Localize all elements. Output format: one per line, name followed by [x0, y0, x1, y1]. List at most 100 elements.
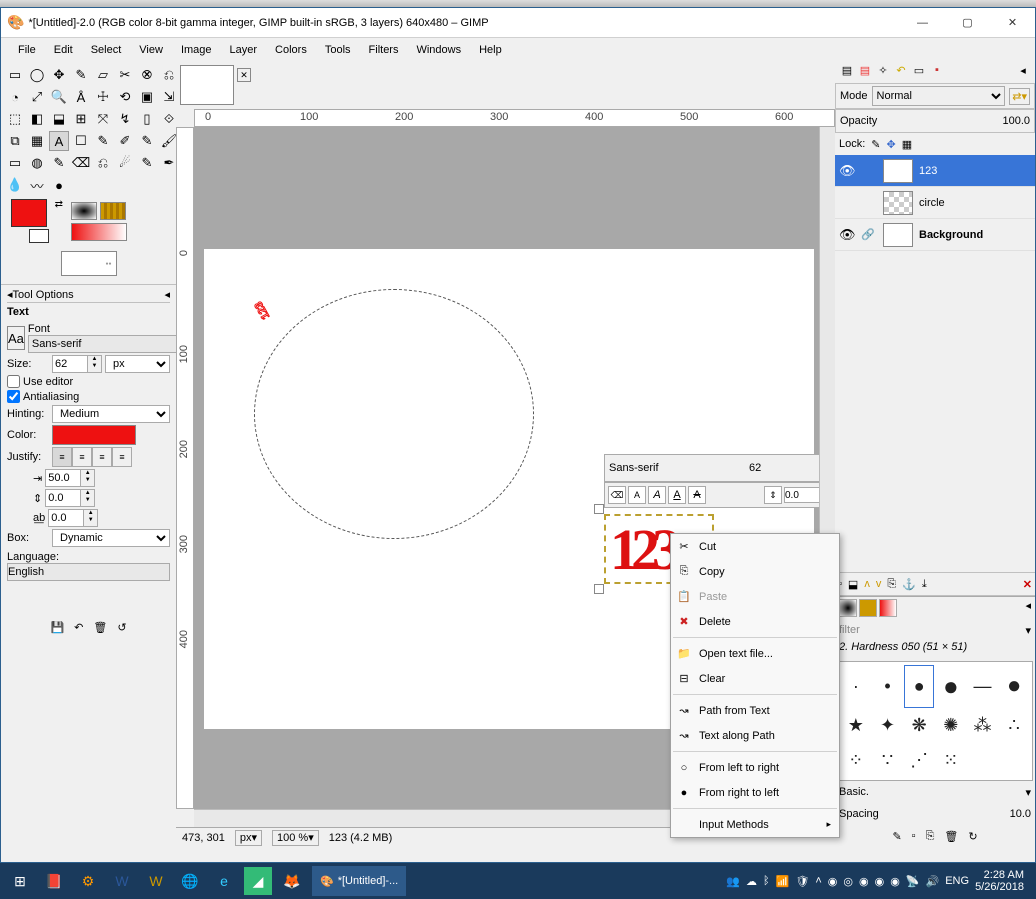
ctx-from-right-to-left[interactable]: ●From right to left — [671, 780, 839, 805]
tool-button[interactable]: ↯ — [115, 109, 135, 129]
tool-button[interactable]: Å — [71, 87, 91, 107]
tool-button[interactable]: ✥ — [49, 65, 69, 85]
brush-item[interactable]: ⁂ — [968, 710, 998, 743]
delete-options-icon[interactable]: 🗑 — [93, 621, 107, 634]
brush-panel-menu-icon[interactable]: ◂ — [1025, 599, 1031, 617]
fg-color[interactable] — [11, 199, 47, 227]
brush-item[interactable]: ● — [904, 665, 934, 708]
tray-clock[interactable]: 2:28 AM 5/26/2018 — [975, 869, 1030, 893]
tool-button[interactable]: ▱ — [93, 65, 113, 85]
tool-button[interactable]: 🔍 — [49, 87, 69, 107]
ctx-path-from-text[interactable]: ↝Path from Text — [671, 698, 839, 723]
lower-layer-icon[interactable]: v — [876, 578, 882, 590]
brush-del-icon[interactable]: 🗑 — [944, 830, 958, 843]
tool-button[interactable]: ⌫ — [71, 153, 91, 173]
lock-pixels-icon[interactable]: ✎ — [871, 138, 880, 151]
brush-new-icon[interactable]: ▫ — [912, 830, 916, 842]
layer-row[interactable]: 👁 🔗 Background — [835, 219, 1035, 251]
image-tab-close-icon[interactable]: ✕ — [237, 68, 251, 82]
color-picker[interactable]: ⇄ — [11, 199, 63, 243]
restore-options-icon[interactable]: ↶ — [74, 621, 83, 634]
ctx-copy[interactable]: ⎘Copy — [671, 559, 839, 584]
close-button[interactable]: ✕ — [990, 8, 1035, 38]
justify-fill-button[interactable]: ≡ — [112, 447, 132, 467]
gradient-preview[interactable] — [71, 223, 127, 241]
panel-menu-icon[interactable]: ◂ — [1015, 64, 1031, 80]
unit-select[interactable]: px ▾ — [235, 830, 262, 846]
brush-item[interactable]: ∴ — [999, 710, 1029, 743]
menu-colors[interactable]: Colors — [266, 42, 316, 58]
tool-button[interactable]: ✎ — [137, 131, 157, 151]
popup-baseline-button[interactable]: ⇕ — [764, 486, 782, 504]
brush-item[interactable]: ⋰ — [904, 744, 934, 777]
brush-filter-chevron-icon[interactable]: ▾ — [1025, 624, 1031, 637]
menu-image[interactable]: Image — [172, 42, 221, 58]
tool-button[interactable]: 〰 — [27, 175, 47, 195]
brushes-tab-icon[interactable] — [839, 599, 857, 617]
layer-row[interactable]: circle — [835, 187, 1035, 219]
taskbar-pdf-icon[interactable]: 📕 — [40, 867, 68, 895]
brush-item[interactable]: ★ — [841, 710, 871, 743]
undo-tab-icon[interactable]: ↶ — [893, 64, 909, 80]
image-tab[interactable]: ✕ — [180, 65, 234, 105]
popup-underline-button[interactable]: A — [668, 486, 686, 504]
tray-volume-icon[interactable]: 🔊 — [926, 875, 940, 888]
delete-layer-icon[interactable]: ✕ — [1023, 578, 1032, 591]
tool-button[interactable]: ✎ — [93, 131, 113, 151]
lock-alpha-icon[interactable]: ▦ — [902, 138, 912, 151]
tool-button[interactable]: ▯ — [137, 109, 157, 129]
ctx-input-methods[interactable]: Input Methods▸ — [671, 812, 839, 837]
layer-link-icon[interactable]: 🔗 — [861, 228, 877, 241]
tool-button[interactable]: ✎ — [137, 153, 157, 173]
popup-size-input[interactable] — [745, 462, 823, 474]
brush-item[interactable]: ⁙ — [936, 744, 966, 777]
box-select[interactable]: Dynamic — [52, 529, 170, 547]
tool-button[interactable]: ⧉ — [5, 131, 25, 151]
brush-dup-icon[interactable]: ⎘ — [926, 830, 935, 843]
merge-layer-icon[interactable]: ⤓ — [922, 578, 927, 591]
history-tab-icon[interactable]: ▭ — [911, 64, 927, 80]
brush-item[interactable]: ✺ — [936, 710, 966, 743]
tray-wifi-icon[interactable]: 📡 — [906, 875, 920, 888]
menu-view[interactable]: View — [130, 42, 172, 58]
tool-button[interactable]: ⎌ — [93, 153, 113, 173]
tray-app1-icon[interactable]: ◉ — [828, 875, 838, 888]
swap-colors-icon[interactable]: ⇄ — [55, 199, 63, 210]
brush-item[interactable]: • — [873, 665, 903, 708]
dup-layer-icon[interactable]: ⎘ — [887, 578, 896, 591]
brush-filter-label[interactable]: filter — [839, 624, 1025, 636]
brush-preset-chevron-icon[interactable]: ▾ — [1025, 786, 1031, 799]
layer-visibility-icon[interactable]: 👁 — [839, 163, 855, 179]
menu-filters[interactable]: Filters — [360, 42, 408, 58]
tool-button[interactable]: ✐ — [115, 131, 135, 151]
tray-bluetooth-icon[interactable]: ᛒ — [763, 875, 770, 887]
tool-button[interactable]: ● — [49, 175, 69, 195]
active-image-thumb[interactable]: ●● — [61, 251, 117, 276]
brush-refresh-icon[interactable]: ↻ — [968, 830, 977, 843]
popup-font-input[interactable] — [605, 462, 745, 474]
hinting-select[interactable]: Medium — [52, 405, 170, 423]
menu-layer[interactable]: Layer — [221, 42, 267, 58]
tray-app2-icon[interactable]: ◎ — [843, 875, 853, 888]
minimize-button[interactable]: — — [900, 8, 945, 38]
justify-left-button[interactable]: ≡ — [52, 447, 72, 467]
panel-menu-icon[interactable]: ◂ — [164, 288, 170, 301]
brush-item[interactable]: ● — [936, 665, 966, 708]
brush-preview[interactable] — [71, 202, 97, 220]
brush-item[interactable]: ∵ — [873, 744, 903, 777]
taskbar-active-app[interactable]: 🎨 *[Untitled]-... — [312, 866, 406, 896]
linespacing-spinner[interactable]: ▲▼ — [45, 489, 95, 507]
brush-item[interactable]: — — [968, 665, 998, 708]
tray-up-icon[interactable]: ˄ — [815, 875, 821, 887]
ctx-text-along-path[interactable]: ↝Text along Path — [671, 723, 839, 748]
ruler-horizontal[interactable]: 0100200300400500600 — [194, 109, 835, 127]
tool-button[interactable]: ◔ — [5, 87, 25, 107]
anchor-layer-icon[interactable]: ⚓ — [902, 578, 916, 591]
tool-button[interactable]: ☐ — [71, 131, 91, 151]
taskbar-chrome-icon[interactable]: 🌐 — [176, 867, 204, 895]
maximize-button[interactable]: ▢ — [945, 8, 990, 38]
menu-file[interactable]: File — [9, 42, 45, 58]
save-options-icon[interactable]: 💾 — [50, 621, 64, 634]
tray-app4-icon[interactable]: ◉ — [875, 875, 885, 888]
indent-spinner[interactable]: ▲▼ — [45, 469, 95, 487]
